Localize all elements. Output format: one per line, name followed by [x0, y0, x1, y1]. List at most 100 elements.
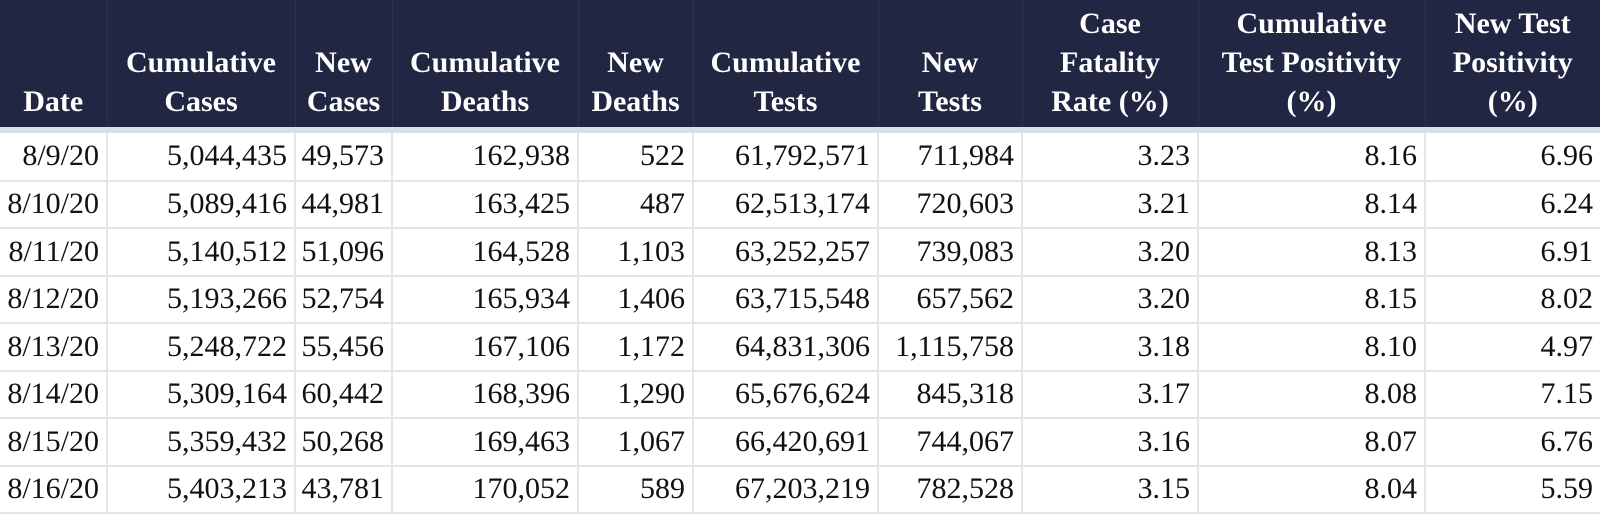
table-row: 8/15/20 5,359,432 50,268 169,463 1,067 66,420…: [0, 418, 1600, 467]
cell-new-test-positivity: 4.97: [1425, 323, 1600, 372]
header-new-tests: New Tests: [878, 0, 1023, 127]
cell-new-deaths: 1,172: [578, 323, 694, 372]
cell-cumulative-tests: 64,831,306: [693, 323, 879, 372]
cell-cumulative-cases: 5,140,512: [107, 228, 296, 277]
cell-new-tests: 782,528: [878, 465, 1023, 514]
header-row: Date Cumulative Cases New Cases Cumulati…: [0, 0, 1600, 127]
table-row: 8/11/20 5,140,512 51,096 164,528 1,103 63,252…: [0, 228, 1600, 277]
cell-new-deaths: 522: [578, 133, 694, 182]
cell-cumulative-test-positivity: 8.04: [1198, 465, 1426, 514]
cell-new-cases: 51,096: [295, 228, 393, 277]
cell-cumulative-test-positivity: 8.14: [1198, 180, 1426, 229]
cell-new-cases: 44,981: [295, 180, 393, 229]
cell-new-tests: 657,562: [878, 275, 1023, 324]
cell-new-cases: 55,456: [295, 323, 393, 372]
cell-date: 8/11/20: [0, 228, 108, 277]
table-row: 8/10/20 5,089,416 44,981 163,425 487 62,513,1…: [0, 180, 1600, 229]
cell-new-deaths: 1,103: [578, 228, 694, 277]
table-row: 8/9/20 5,044,435 49,573 162,938 522 61,792,57…: [0, 133, 1600, 182]
cell-cumulative-cases: 5,248,722: [107, 323, 296, 372]
cell-case-fatality-rate: 3.21: [1022, 180, 1199, 229]
cell-case-fatality-rate: 3.20: [1022, 228, 1199, 277]
cell-cumulative-cases: 5,089,416: [107, 180, 296, 229]
table-row: 8/16/20 5,403,213 43,781 170,052 589 67,203,2…: [0, 465, 1600, 514]
cell-cumulative-cases: 5,193,266: [107, 275, 296, 324]
table-row: 8/12/20 5,193,266 52,754 165,934 1,406 63,715…: [0, 275, 1600, 324]
cell-new-deaths: 1,290: [578, 370, 694, 419]
header-new-cases: New Cases: [295, 0, 393, 127]
header-cumulative-tests: Cumulative Tests: [693, 0, 879, 127]
table-row: 8/14/20 5,309,164 60,442 168,396 1,290 65,676…: [0, 370, 1600, 419]
header-cumulative-cases: Cumulative Cases: [107, 0, 296, 127]
cell-new-deaths: 589: [578, 465, 694, 514]
table-row: 8/13/20 5,248,722 55,456 167,106 1,172 64,831…: [0, 323, 1600, 372]
cell-case-fatality-rate: 3.23: [1022, 133, 1199, 182]
cell-case-fatality-rate: 3.17: [1022, 370, 1199, 419]
cell-new-cases: 50,268: [295, 418, 393, 467]
cell-new-cases: 52,754: [295, 275, 393, 324]
cell-new-test-positivity: 6.76: [1425, 418, 1600, 467]
cell-new-deaths: 1,406: [578, 275, 694, 324]
cell-cumulative-tests: 63,252,257: [693, 228, 879, 277]
cell-cumulative-tests: 63,715,548: [693, 275, 879, 324]
cell-date: 8/12/20: [0, 275, 108, 324]
cell-new-cases: 60,442: [295, 370, 393, 419]
cell-cumulative-cases: 5,044,435: [107, 133, 296, 182]
header-date: Date: [0, 0, 108, 127]
cell-cumulative-test-positivity: 8.15: [1198, 275, 1426, 324]
cell-cumulative-deaths: 165,934: [392, 275, 579, 324]
cell-new-tests: 845,318: [878, 370, 1023, 419]
cell-cumulative-tests: 66,420,691: [693, 418, 879, 467]
cell-cumulative-test-positivity: 8.08: [1198, 370, 1426, 419]
cell-new-cases: 49,573: [295, 133, 393, 182]
cell-case-fatality-rate: 3.20: [1022, 275, 1199, 324]
cell-new-test-positivity: 6.24: [1425, 180, 1600, 229]
cell-date: 8/14/20: [0, 370, 108, 419]
cell-cumulative-tests: 67,203,219: [693, 465, 879, 514]
cell-cumulative-tests: 65,676,624: [693, 370, 879, 419]
header-cumulative-test-positivity: Cumulative Test Positivity (%): [1198, 0, 1426, 127]
cell-cumulative-test-positivity: 8.07: [1198, 418, 1426, 467]
cell-cumulative-tests: 62,513,174: [693, 180, 879, 229]
table-body: 8/9/20 5,044,435 49,573 162,938 522 61,792,57…: [0, 127, 1600, 514]
table-header: Date Cumulative Cases New Cases Cumulati…: [0, 0, 1600, 127]
cell-cumulative-deaths: 168,396: [392, 370, 579, 419]
cell-new-cases: 43,781: [295, 465, 393, 514]
cell-new-tests: 739,083: [878, 228, 1023, 277]
cell-date: 8/13/20: [0, 323, 108, 372]
cell-cumulative-deaths: 169,463: [392, 418, 579, 467]
cell-cumulative-deaths: 164,528: [392, 228, 579, 277]
cell-cumulative-deaths: 167,106: [392, 323, 579, 372]
cell-cumulative-cases: 5,359,432: [107, 418, 296, 467]
cell-new-test-positivity: 8.02: [1425, 275, 1600, 324]
cell-new-test-positivity: 6.96: [1425, 133, 1600, 182]
cell-case-fatality-rate: 3.16: [1022, 418, 1199, 467]
cell-cumulative-test-positivity: 8.13: [1198, 228, 1426, 277]
cell-new-deaths: 1,067: [578, 418, 694, 467]
header-new-deaths: New Deaths: [578, 0, 694, 127]
cell-cumulative-test-positivity: 8.10: [1198, 323, 1426, 372]
header-new-test-positivity: New Test Positivity (%): [1425, 0, 1600, 127]
cell-date: 8/16/20: [0, 465, 108, 514]
cell-new-deaths: 487: [578, 180, 694, 229]
cell-cumulative-deaths: 163,425: [392, 180, 579, 229]
cell-new-tests: 720,603: [878, 180, 1023, 229]
cell-cumulative-cases: 5,309,164: [107, 370, 296, 419]
cell-case-fatality-rate: 3.18: [1022, 323, 1199, 372]
header-case-fatality-rate: Case Fatality Rate (%): [1022, 0, 1199, 127]
cell-date: 8/15/20: [0, 418, 108, 467]
cell-new-test-positivity: 7.15: [1425, 370, 1600, 419]
cell-cumulative-tests: 61,792,571: [693, 133, 879, 182]
cell-new-tests: 744,067: [878, 418, 1023, 467]
header-cumulative-deaths: Cumulative Deaths: [392, 0, 579, 127]
cell-date: 8/10/20: [0, 180, 108, 229]
cell-cumulative-deaths: 162,938: [392, 133, 579, 182]
data-table: Date Cumulative Cases New Cases Cumulati…: [0, 0, 1600, 514]
cell-cumulative-cases: 5,403,213: [107, 465, 296, 514]
cell-new-test-positivity: 6.91: [1425, 228, 1600, 277]
cell-cumulative-deaths: 170,052: [392, 465, 579, 514]
cell-new-test-positivity: 5.59: [1425, 465, 1600, 514]
cell-case-fatality-rate: 3.15: [1022, 465, 1199, 514]
cell-date: 8/9/20: [0, 133, 108, 182]
cell-cumulative-test-positivity: 8.16: [1198, 133, 1426, 182]
